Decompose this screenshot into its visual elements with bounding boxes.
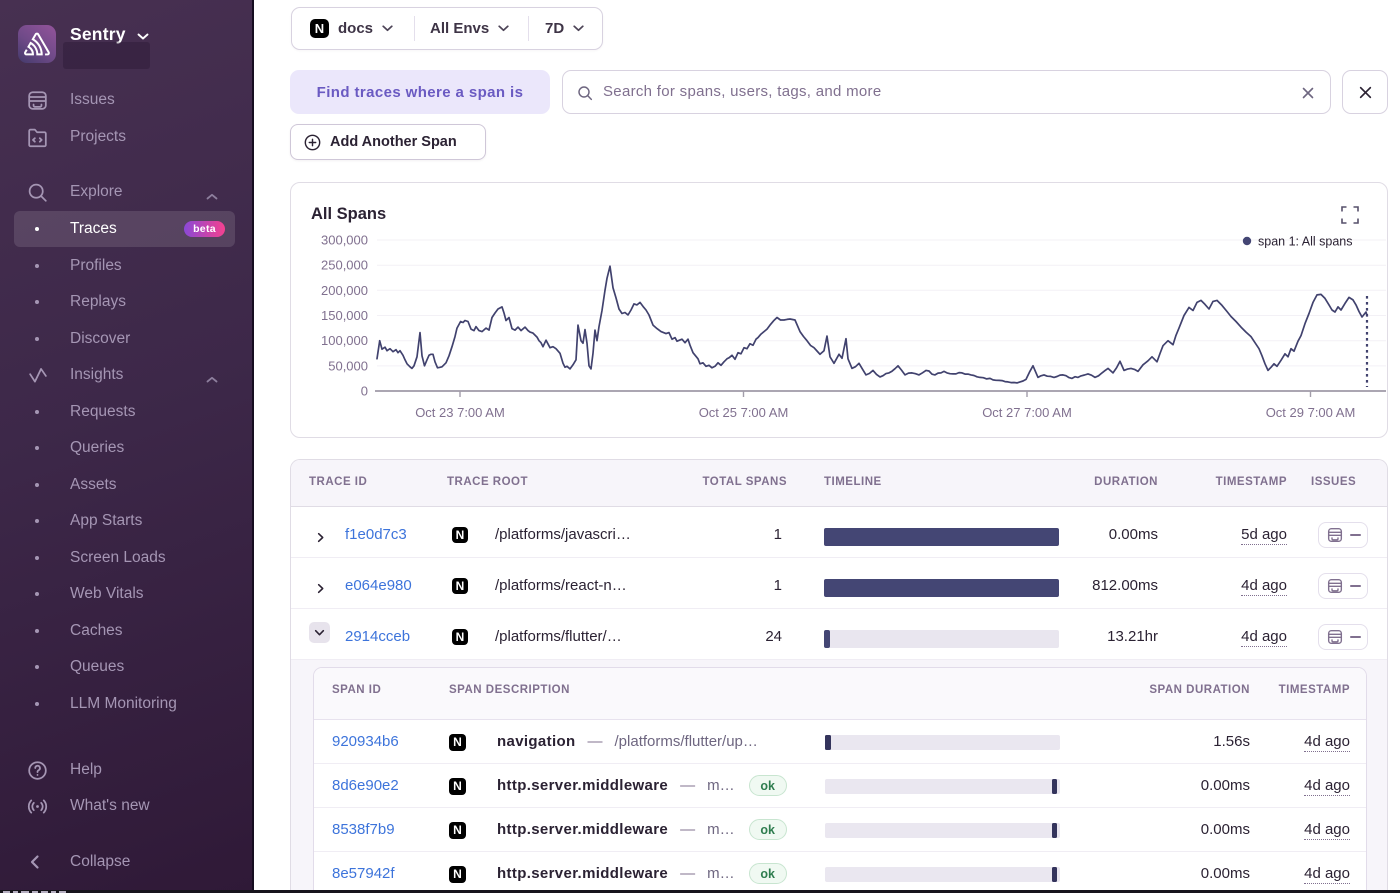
svg-text:Oct 25 7:00 AM: Oct 25 7:00 AM <box>699 405 789 420</box>
svg-text:0: 0 <box>361 384 368 399</box>
svg-text:Oct 27 7:00 AM: Oct 27 7:00 AM <box>982 405 1072 420</box>
svg-text:Oct 23 7:00 AM: Oct 23 7:00 AM <box>415 405 505 420</box>
svg-text:200,000: 200,000 <box>321 283 368 298</box>
svg-text:100,000: 100,000 <box>321 333 368 348</box>
svg-text:300,000: 300,000 <box>321 233 368 248</box>
svg-text:250,000: 250,000 <box>321 258 368 273</box>
svg-text:150,000: 150,000 <box>321 308 368 323</box>
svg-text:50,000: 50,000 <box>328 358 368 373</box>
svg-text:Oct 29 7:00 AM: Oct 29 7:00 AM <box>1266 405 1356 420</box>
svg-text:span 1: All spans: span 1: All spans <box>1258 235 1353 249</box>
